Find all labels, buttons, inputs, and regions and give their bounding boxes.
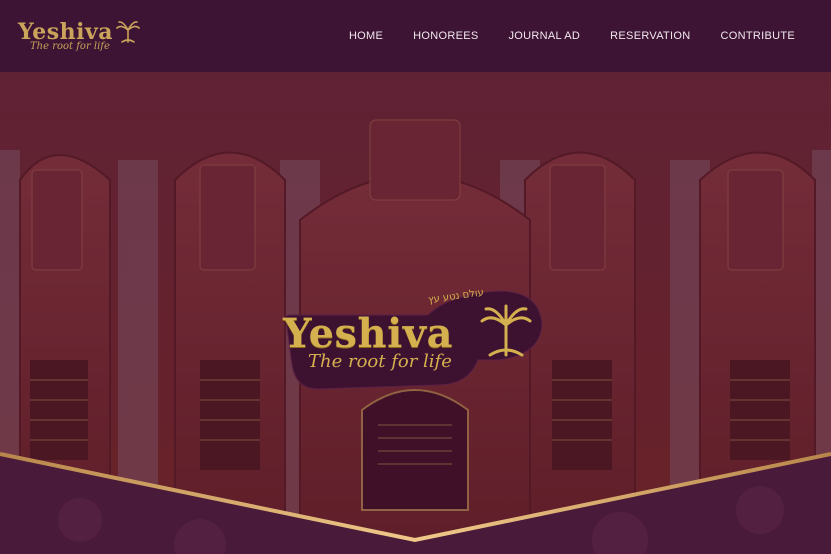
hero-logo-tagline: The root for life bbox=[308, 351, 452, 372]
hero-section: Yeshiva The root for life HOME HONOREES … bbox=[0, 0, 831, 554]
logo-tagline: The root for life bbox=[30, 41, 110, 52]
nav-home[interactable]: HOME bbox=[349, 30, 383, 42]
hero-logo: עולם נטע עץ Yeshiva The root for life bbox=[278, 285, 544, 395]
hero-logo-wordmark: Yeshiva bbox=[283, 310, 453, 357]
nav-honorees[interactable]: HONOREES bbox=[413, 30, 478, 42]
nav-contribute[interactable]: CONTRIBUTE bbox=[721, 30, 796, 42]
main-nav: HOME HONOREES JOURNAL AD RESERVATION CON… bbox=[349, 0, 795, 72]
nav-reservation[interactable]: RESERVATION bbox=[610, 30, 690, 42]
site-logo[interactable]: Yeshiva The root for life bbox=[18, 20, 141, 52]
nav-journal-ad[interactable]: JOURNAL AD bbox=[509, 30, 581, 42]
palm-tree-icon bbox=[480, 304, 532, 357]
logo-wordmark: Yeshiva bbox=[18, 19, 114, 45]
site-header: Yeshiva The root for life HOME HONOREES … bbox=[0, 0, 831, 72]
decorative-chevron-band bbox=[0, 452, 831, 554]
palm-tree-icon bbox=[116, 21, 140, 43]
